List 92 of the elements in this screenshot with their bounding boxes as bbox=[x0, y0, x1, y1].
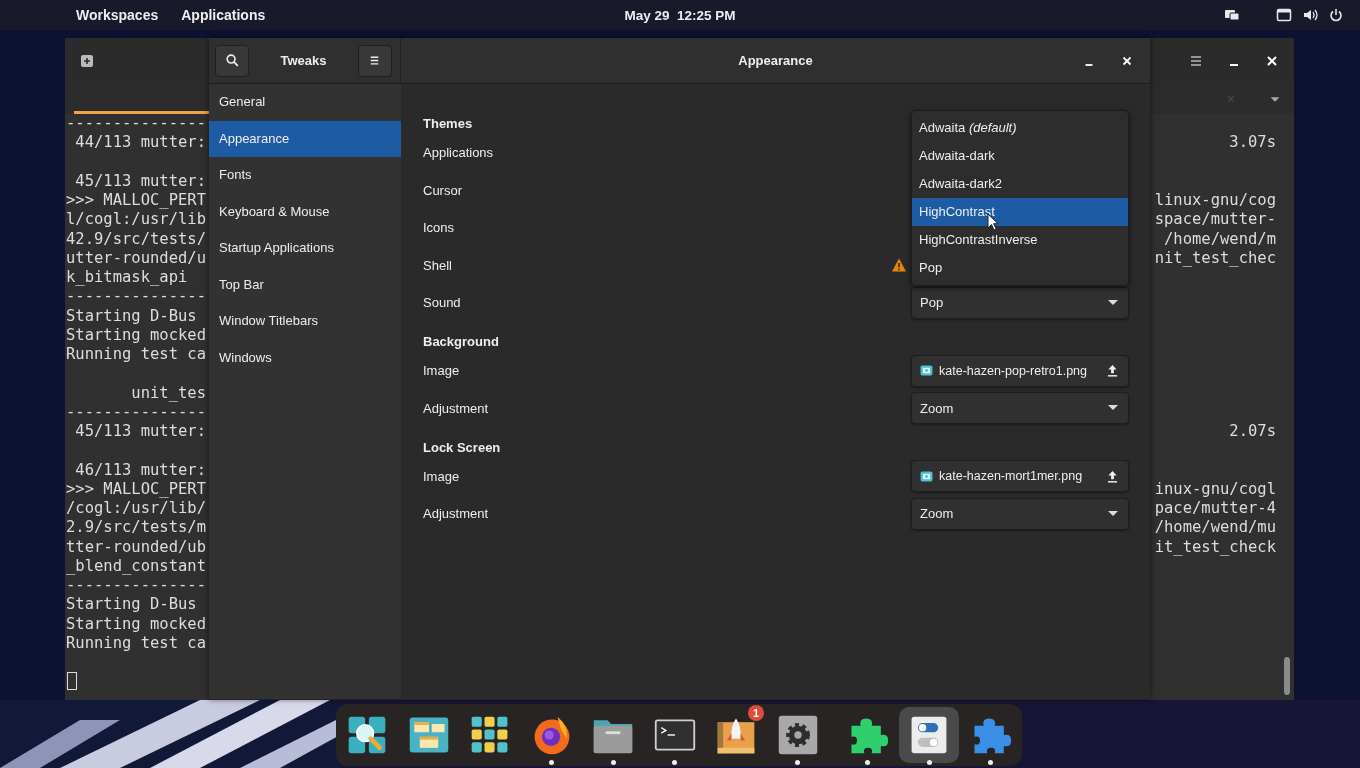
power-icon[interactable] bbox=[1328, 7, 1344, 23]
menu-icon[interactable] bbox=[1188, 53, 1204, 69]
terminal-line: 3.07s bbox=[1229, 133, 1276, 153]
terminal-line: utter-rounded/u bbox=[66, 248, 206, 268]
sidebar-item[interactable]: Window Titlebars bbox=[209, 303, 401, 340]
terminal-line: --------------- bbox=[66, 114, 206, 134]
terminal-line: l/cogl:/usr/lib bbox=[66, 210, 206, 230]
sidebar-item[interactable]: Windows bbox=[209, 339, 401, 376]
terminal-line: inux-gnu/cogl bbox=[1154, 479, 1276, 499]
terminal-line: --------------- bbox=[66, 576, 206, 596]
terminal-line: _blend_constant bbox=[66, 556, 206, 576]
terminal-line: --------------- bbox=[66, 287, 206, 307]
sidebar-item[interactable]: Appearance bbox=[209, 120, 401, 157]
window-title: Appearance bbox=[737, 53, 814, 68]
dock-item[interactable] bbox=[899, 707, 959, 763]
scrollbar[interactable] bbox=[1284, 657, 1290, 695]
terminal-line: 44/113 mutter: bbox=[74, 133, 206, 153]
terminal-line: 45/113 mutter: bbox=[74, 171, 206, 191]
terminal-line: Starting D-Bus bbox=[66, 595, 197, 615]
terminal-line: Starting mocked bbox=[66, 614, 206, 634]
caret-icon bbox=[1108, 510, 1118, 517]
terminal-line: 46/113 mutter: bbox=[74, 460, 206, 480]
terminal-line: Running test ca bbox=[66, 345, 206, 365]
terminal-line: /home/wend/mu bbox=[1154, 518, 1276, 538]
terminal-line: Starting mocked bbox=[66, 325, 206, 345]
section-heading: Background bbox=[423, 333, 499, 351]
terminal-line: 2.9/src/tests/m bbox=[66, 518, 206, 538]
app-title: Tweaks bbox=[280, 53, 327, 68]
terminal-line: space/mutter- bbox=[1154, 210, 1276, 230]
dropdown[interactable]: Zoom bbox=[911, 392, 1129, 425]
search-button[interactable] bbox=[215, 44, 249, 77]
sidebar-item[interactable]: Fonts bbox=[209, 157, 401, 194]
file-chooser-button[interactable]: kate-hazen-mort1mer.png bbox=[911, 460, 1129, 493]
terminal-line: >>> MALLOC_PERT bbox=[66, 191, 206, 211]
terminal-line: 42.9/src/tests/ bbox=[66, 229, 206, 249]
screen-share-icon[interactable] bbox=[1224, 7, 1240, 23]
setting-label: Sound bbox=[423, 295, 461, 311]
sidebar-item[interactable]: Top Bar bbox=[209, 266, 401, 303]
setting-label: Shell bbox=[423, 257, 452, 273]
setting-label: Applications bbox=[423, 145, 494, 161]
terminal-line: unit_tes bbox=[130, 383, 206, 403]
image-icon bbox=[920, 470, 933, 482]
menu-item[interactable]: HighContrastInverse bbox=[912, 226, 1128, 254]
section-heading: Themes bbox=[423, 115, 473, 133]
caret-icon bbox=[1108, 405, 1118, 412]
text-cursor bbox=[67, 672, 77, 691]
section-heading: Lock Screen bbox=[423, 438, 501, 457]
display-icon[interactable] bbox=[1276, 7, 1292, 23]
setting-label: Image bbox=[423, 363, 460, 379]
setting-label: Icons bbox=[423, 220, 455, 236]
setting-label: Image bbox=[423, 468, 460, 484]
menu-item[interactable]: Adwaita (default) bbox=[912, 114, 1128, 142]
menu-item[interactable]: Adwaita-dark bbox=[912, 142, 1128, 170]
clock[interactable]: May 29 12:25 PM bbox=[610, 7, 750, 23]
terminal-line: linux-gnu/cog bbox=[1154, 191, 1276, 211]
menu-item[interactable]: Pop bbox=[912, 254, 1128, 282]
top-bar-menu[interactable]: Workspaces bbox=[76, 7, 159, 23]
menu-item[interactable]: HighContrast bbox=[912, 198, 1128, 226]
dropdown[interactable]: Pop bbox=[911, 286, 1129, 319]
terminal-line: Starting D-Bus bbox=[66, 306, 197, 326]
image-icon bbox=[920, 365, 933, 377]
terminal-line: 45/113 mutter: bbox=[74, 422, 206, 442]
setting-label: Cursor bbox=[423, 182, 462, 198]
terminal-line: Running test ca bbox=[66, 633, 206, 653]
terminal-line: >>> MALLOC_PERT bbox=[66, 479, 206, 499]
file-chooser-button[interactable]: kate-hazen-pop-retro1.png bbox=[911, 354, 1129, 387]
upload-icon bbox=[1107, 364, 1118, 378]
notification-badge: 1 bbox=[748, 705, 764, 721]
upload-icon bbox=[1107, 469, 1118, 483]
terminal-line: /cogl:/usr/lib/ bbox=[66, 499, 206, 519]
terminal-line: k_bitmask_api bbox=[66, 268, 188, 288]
sidebar-item[interactable]: Keyboard & Mouse bbox=[209, 193, 401, 230]
setting-label: Adjustment bbox=[423, 506, 489, 522]
terminal-line: nit_test_chec bbox=[1154, 248, 1276, 268]
terminal-line: 2.07s bbox=[1229, 422, 1276, 442]
terminal-line: pace/mutter-4 bbox=[1154, 499, 1276, 519]
new-tab-icon[interactable] bbox=[79, 53, 95, 69]
sidebar-item[interactable]: Startup Applications bbox=[209, 230, 401, 267]
setting-label: Adjustment bbox=[423, 400, 489, 416]
menu-button[interactable] bbox=[358, 44, 392, 77]
terminal-line: it_test_check bbox=[1154, 537, 1276, 557]
menu-item[interactable]: Adwaita-dark2 bbox=[912, 170, 1128, 198]
sidebar-item[interactable]: General bbox=[209, 84, 401, 121]
search-icon bbox=[224, 53, 240, 68]
volume-icon[interactable] bbox=[1302, 7, 1318, 23]
terminal-line: --------------- bbox=[66, 402, 206, 422]
dropdown[interactable]: Zoom bbox=[911, 497, 1129, 530]
terminal-line: tter-rounded/ub bbox=[66, 537, 206, 557]
dock-item[interactable]: 1 bbox=[710, 707, 762, 763]
terminal-line: /home/wend/m bbox=[1164, 229, 1276, 249]
top-bar-menu[interactable]: Applications bbox=[181, 7, 266, 23]
caret-icon bbox=[1108, 299, 1118, 306]
